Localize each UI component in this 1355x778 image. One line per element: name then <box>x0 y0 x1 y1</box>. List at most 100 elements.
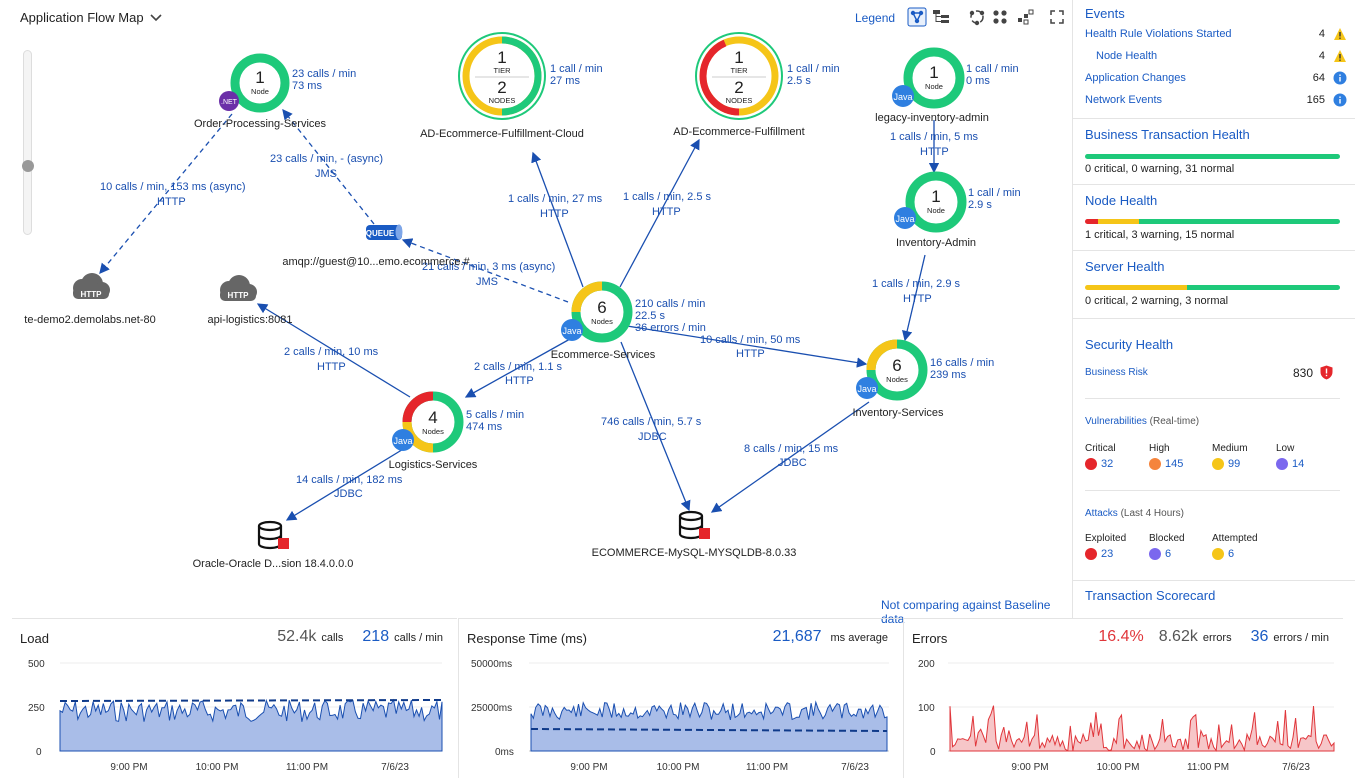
vuln-critical[interactable]: Critical 32 <box>1085 443 1116 470</box>
tier-count: 1 <box>497 48 506 67</box>
http-badge: HTTP <box>81 290 103 299</box>
server-health-text: 0 critical, 2 warning, 3 normal <box>1085 295 1229 307</box>
node-unit: Node <box>927 206 945 215</box>
node-health-text: 1 critical, 3 warning, 15 normal <box>1085 229 1235 241</box>
edge-label-e12: 8 calls / min, 15 ms <box>744 443 839 455</box>
y-tick: 50000ms <box>471 659 512 670</box>
security-health-title[interactable]: Security Health <box>1085 337 1173 352</box>
java-badge: Java <box>893 92 912 102</box>
node-mysql-db[interactable]: ECOMMERCE-MySQL-MYSQLDB-8.0.33 <box>592 510 797 559</box>
y-tick: 250 <box>28 703 45 714</box>
events-title[interactable]: Events <box>1085 6 1125 21</box>
edge-label-e11-protocol: JDBC <box>638 431 667 443</box>
vulnerabilities-subtitle: (Real-time) <box>1149 416 1200 427</box>
node-stat: 5 calls / min <box>466 409 524 421</box>
node-logistics-services[interactable]: 4 Nodes Java 5 calls / min 474 ms Logist… <box>389 391 524 471</box>
dotnet-badge: .NET <box>221 99 238 106</box>
vuln-medium[interactable]: Medium 99 <box>1212 443 1248 470</box>
node-order-processing[interactable]: 1 Node .NET 23 calls / min 73 ms Order-P… <box>194 53 356 130</box>
x-tick: 9:00 PM <box>110 762 147 773</box>
bt-health-section: Business Transaction Health 0 critical, … <box>1073 118 1355 184</box>
attacks-header[interactable]: Attacks (Last 4 Hours) <box>1085 508 1184 519</box>
attacks-label: Attacks <box>1085 508 1118 519</box>
side-panel: Events Health Rule Violations Started 4 … <box>1072 0 1355 618</box>
http-badge: HTTP <box>228 291 250 300</box>
node-inventory-services[interactable]: 6 Nodes Java 16 calls / min 239 ms Inven… <box>852 339 994 419</box>
event-row[interactable]: Node Health 4 <box>1085 46 1347 66</box>
y-tick: 25000ms <box>471 703 512 714</box>
vuln-high[interactable]: High 145 <box>1149 443 1183 470</box>
tier-label: TIER <box>493 66 511 75</box>
node-http-api-logistics[interactable]: HTTP api-logistics:8081 <box>208 275 293 326</box>
x-tick: 11:00 PM <box>286 762 328 773</box>
event-row[interactable]: Health Rule Violations Started 4 <box>1085 24 1347 44</box>
node-stat: 210 calls / min <box>635 298 705 310</box>
error-square-icon <box>699 528 710 539</box>
node-oracle-db[interactable]: Oracle-Oracle D...sion 18.4.0.0.0 <box>193 520 354 570</box>
edge-label-e5: 1 calls / min, 2.5 s <box>623 191 712 203</box>
edge-label-e2: 23 calls / min, - (async) <box>270 153 383 165</box>
y-tick: 500 <box>28 659 45 670</box>
node-health-bar <box>1085 219 1340 224</box>
event-row[interactable]: Network Events 165 <box>1085 90 1347 110</box>
node-stat: 16 calls / min <box>930 357 994 369</box>
attack-blocked[interactable]: Blocked 6 <box>1149 533 1185 560</box>
node-stat: 0 ms <box>966 75 990 87</box>
tier-label: TIER <box>730 66 748 75</box>
shield-alert-icon <box>1320 365 1333 380</box>
nodes-count: 2 <box>734 78 743 97</box>
flow-map[interactable]: Application Flow Map Legend 10 calls / m… <box>0 0 1072 626</box>
x-tick: 10:00 PM <box>657 762 700 773</box>
node-stat: 2.5 s <box>787 75 811 87</box>
node-name: amqp://guest@10...emo.ecommerce.# <box>282 256 470 268</box>
edge-order-to-http1[interactable] <box>99 113 233 275</box>
vuln-label: Medium <box>1212 443 1248 454</box>
response-time-chart-panel[interactable]: Response Time (ms) 21,687 ms average 500… <box>458 618 902 778</box>
vuln-label: Critical <box>1085 443 1116 454</box>
node-http-te-demo2[interactable]: HTTP te-demo2.demolabs.net-80 <box>24 273 156 326</box>
y-tick: 0 <box>36 747 42 758</box>
node-health-title[interactable]: Node Health <box>1085 193 1157 208</box>
event-name: Application Changes <box>1085 72 1186 84</box>
info-icon <box>1333 71 1347 85</box>
load-series-area <box>59 698 443 752</box>
server-health-section: Server Health 0 critical, 2 warning, 3 n… <box>1073 250 1355 316</box>
y-tick: 0 <box>930 747 936 758</box>
edge-label-e7: 1 calls / min, 2.9 s <box>872 278 961 290</box>
errors-chart-panel[interactable]: Errors 16.4% 8.62k errors 36 errors / mi… <box>903 618 1343 778</box>
node-fulfillment-cloud[interactable]: 1 TIER 2 NODES 1 call / min 27 ms AD-Eco… <box>420 32 603 140</box>
bt-health-title[interactable]: Business Transaction Health <box>1085 127 1250 142</box>
business-risk-label[interactable]: Business Risk <box>1085 367 1148 378</box>
database-icon <box>678 510 704 540</box>
node-queue[interactable]: QUEUE amqp://guest@10...emo.ecommerce.# <box>282 224 471 269</box>
response-series-area <box>530 700 888 752</box>
business-risk-value: 830 <box>1293 365 1314 380</box>
node-count: 4 <box>428 408 437 427</box>
flow-map-canvas: 10 calls / min, 153 ms (async) HTTP 23 c… <box>24 32 1021 570</box>
node-name: ECOMMERCE-MySQL-MYSQLDB-8.0.33 <box>592 547 797 559</box>
node-count: 1 <box>255 68 264 87</box>
vuln-low[interactable]: Low 14 <box>1276 443 1304 470</box>
edge-label-e5-protocol: HTTP <box>652 206 681 218</box>
edge-label-e12-protocol: JDBC <box>778 457 807 469</box>
edge-label-e2-protocol: JMS <box>315 168 337 180</box>
node-inventory-admin[interactable]: 1 Node Java 1 call / min 2.9 s Inventory… <box>894 171 1021 249</box>
node-name: api-logistics:8081 <box>208 314 293 326</box>
node-fulfillment[interactable]: 1 TIER 2 NODES 1 call / min 2.5 s AD-Eco… <box>673 32 840 138</box>
business-risk: 830 <box>1293 365 1333 380</box>
attack-exploited[interactable]: Exploited 23 <box>1085 533 1126 560</box>
event-count: 165 <box>1306 94 1325 106</box>
edge-label-e11: 746 calls / min, 5.7 s <box>601 416 702 428</box>
attack-value: 6 <box>1228 548 1235 560</box>
event-row[interactable]: Application Changes 64 <box>1085 68 1347 88</box>
event-name: Node Health <box>1096 50 1158 62</box>
node-legacy-inventory-admin[interactable]: 1 Node Java 1 call / min 0 ms legacy-inv… <box>875 47 1019 124</box>
node-count: 1 <box>929 63 938 82</box>
vulnerabilities-header[interactable]: Vulnerabilities (Real-time) <box>1085 416 1199 427</box>
load-chart-panel[interactable]: Load 52.4k calls 218 calls / min 500 250… <box>12 618 457 778</box>
server-health-title[interactable]: Server Health <box>1085 259 1164 274</box>
node-ecommerce-services[interactable]: 6 Nodes Java 210 calls / min 22.5 s 36 e… <box>551 281 706 361</box>
attack-attempted[interactable]: Attempted 6 <box>1212 533 1258 560</box>
transaction-scorecard-title[interactable]: Transaction Scorecard <box>1085 588 1215 603</box>
event-count: 64 <box>1312 72 1325 84</box>
